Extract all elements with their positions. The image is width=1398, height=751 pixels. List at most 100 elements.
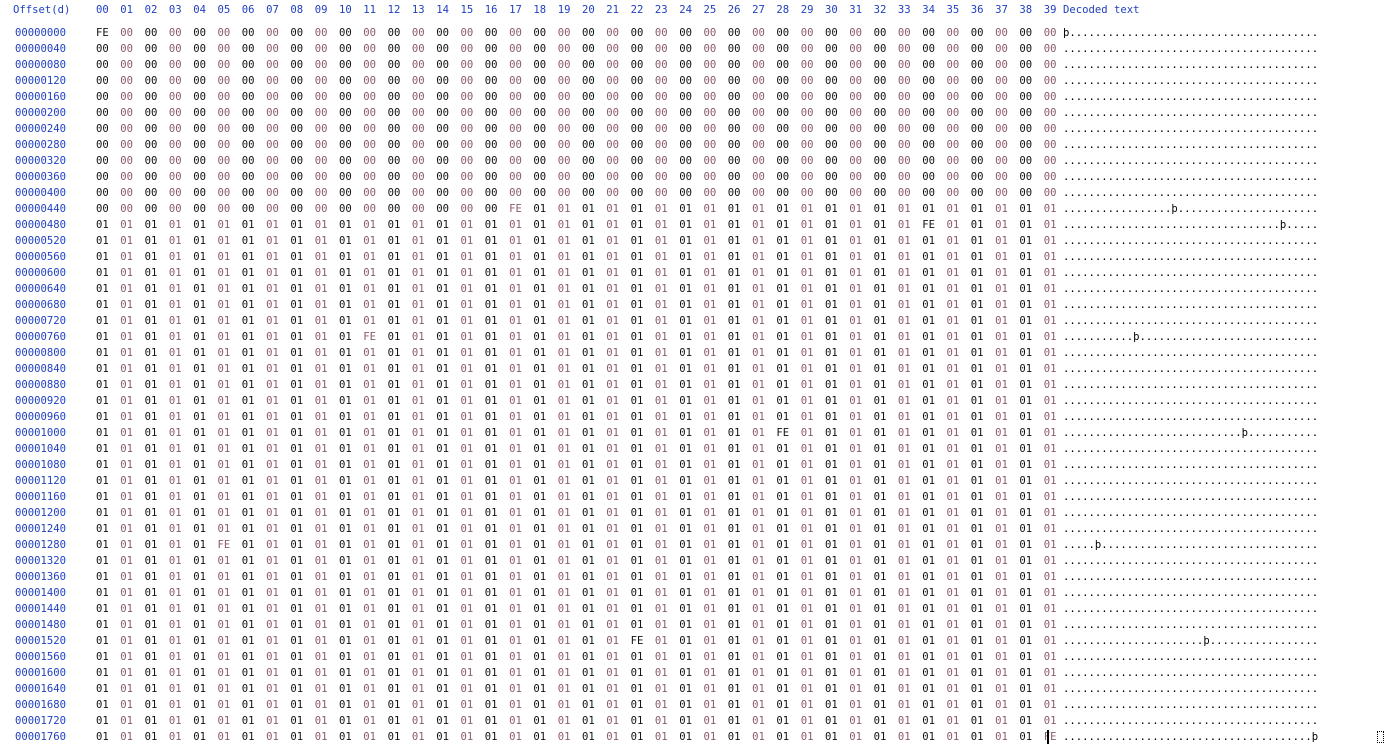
hex-byte[interactable]: 01 (363, 265, 376, 281)
hex-byte[interactable]: 01 (898, 617, 911, 633)
hex-byte[interactable]: 01 (995, 633, 1008, 649)
hex-byte[interactable]: 01 (1044, 457, 1057, 473)
hex-byte[interactable]: 01 (971, 489, 984, 505)
hex-byte[interactable]: 01 (898, 537, 911, 553)
hex-byte[interactable]: 00 (315, 41, 328, 57)
hex-byte[interactable]: 01 (363, 297, 376, 313)
hex-byte[interactable]: 01 (388, 393, 401, 409)
hex-byte[interactable]: 01 (242, 409, 255, 425)
hex-byte[interactable]: 01 (898, 681, 911, 697)
hex-byte[interactable]: 01 (898, 297, 911, 313)
hex-byte[interactable]: 01 (266, 521, 279, 537)
hex-byte[interactable]: 01 (874, 329, 887, 345)
hex-byte[interactable]: 01 (193, 569, 206, 585)
hex-byte[interactable]: 01 (485, 649, 498, 665)
hex-byte[interactable]: 01 (145, 649, 158, 665)
hex-byte[interactable]: 01 (704, 249, 717, 265)
hex-byte[interactable]: 01 (242, 569, 255, 585)
hex-byte[interactable]: 01 (509, 553, 522, 569)
hex-row[interactable]: 00000640 01 01 01 01 01 01 01 01 01 01 01 01 01 01 01 01… (0, 281, 1398, 297)
hex-byte[interactable]: 01 (679, 697, 692, 713)
hex-row[interactable]: 00000320 00 00 00 00 00 00 00 00 00 00 00 00 00 00 00 00… (0, 153, 1398, 169)
hex-byte[interactable]: 01 (266, 313, 279, 329)
hex-byte[interactable]: 01 (849, 665, 862, 681)
hex-byte[interactable]: 01 (825, 441, 838, 457)
hex-byte[interactable]: 00 (1044, 121, 1057, 137)
hex-byte[interactable]: 01 (193, 697, 206, 713)
hex-byte[interactable]: 01 (728, 201, 741, 217)
hex-byte[interactable]: 01 (533, 409, 546, 425)
hex-byte[interactable]: 01 (679, 505, 692, 521)
hex-byte[interactable]: 01 (922, 425, 935, 441)
hex-byte[interactable]: 01 (849, 489, 862, 505)
hex-byte[interactable]: 01 (679, 345, 692, 361)
hex-byte[interactable]: 01 (631, 553, 644, 569)
hex-byte[interactable]: 01 (679, 713, 692, 729)
hex-byte[interactable]: 01 (509, 601, 522, 617)
hex-byte[interactable]: 01 (145, 297, 158, 313)
hex-byte[interactable]: 01 (120, 569, 133, 585)
hex-byte[interactable]: 01 (120, 249, 133, 265)
hex-byte[interactable]: 01 (898, 265, 911, 281)
hex-byte[interactable]: 01 (169, 537, 182, 553)
hex-byte[interactable]: 01 (606, 665, 619, 681)
hex-byte[interactable]: 01 (849, 249, 862, 265)
hex-byte[interactable]: 00 (509, 185, 522, 201)
hex-byte[interactable]: 01 (898, 457, 911, 473)
hex-byte[interactable]: 00 (971, 137, 984, 153)
hex-byte[interactable]: 01 (947, 665, 960, 681)
hex-byte[interactable]: 00 (436, 121, 449, 137)
hex-byte[interactable]: 01 (728, 633, 741, 649)
hex-byte[interactable]: 01 (606, 617, 619, 633)
hex-byte[interactable]: 00 (898, 153, 911, 169)
hex-byte[interactable]: 00 (801, 137, 814, 153)
hex-byte[interactable]: 00 (655, 121, 668, 137)
hex-byte[interactable]: 01 (995, 681, 1008, 697)
hex-byte[interactable]: 01 (849, 569, 862, 585)
hex-byte[interactable]: 01 (825, 537, 838, 553)
hex-byte[interactable]: 01 (704, 649, 717, 665)
hex-byte[interactable]: 01 (388, 249, 401, 265)
hex-byte[interactable]: 01 (315, 585, 328, 601)
hex-byte[interactable]: 00 (436, 201, 449, 217)
hex-byte[interactable]: 00 (606, 121, 619, 137)
hex-byte[interactable]: 01 (582, 601, 595, 617)
hex-byte[interactable]: 01 (558, 601, 571, 617)
hex-byte[interactable]: 01 (704, 297, 717, 313)
hex-byte[interactable]: 01 (801, 681, 814, 697)
hex-byte[interactable]: 00 (971, 41, 984, 57)
hex-byte[interactable]: 01 (995, 361, 1008, 377)
hex-byte[interactable]: 01 (995, 281, 1008, 297)
hex-byte[interactable]: 01 (315, 505, 328, 521)
hex-byte[interactable]: 01 (169, 553, 182, 569)
hex-byte[interactable]: 01 (436, 665, 449, 681)
hex-byte[interactable]: 01 (558, 633, 571, 649)
hex-byte[interactable]: 00 (558, 137, 571, 153)
hex-byte[interactable]: 01 (825, 345, 838, 361)
hex-byte[interactable]: 01 (120, 393, 133, 409)
hex-byte[interactable]: 01 (704, 217, 717, 233)
hex-byte[interactable]: 01 (436, 697, 449, 713)
hex-byte[interactable]: 00 (582, 105, 595, 121)
hex-byte[interactable]: 01 (922, 521, 935, 537)
hex-byte[interactable]: FE (509, 201, 522, 217)
hex-byte[interactable]: 00 (363, 89, 376, 105)
hex-byte[interactable]: 01 (558, 393, 571, 409)
hex-byte[interactable]: 00 (218, 73, 231, 89)
hex-byte[interactable]: 01 (509, 697, 522, 713)
hex-byte[interactable]: 00 (193, 57, 206, 73)
hex-byte[interactable]: 01 (874, 249, 887, 265)
hex-byte[interactable]: 01 (947, 569, 960, 585)
hex-byte[interactable]: 01 (485, 697, 498, 713)
hex-byte[interactable]: 01 (388, 297, 401, 313)
hex-byte[interactable]: 00 (218, 121, 231, 137)
hex-byte[interactable]: FE (776, 425, 789, 441)
hex-byte[interactable]: 00 (266, 153, 279, 169)
decoded-text[interactable]: ........................................ (1063, 297, 1385, 313)
hex-byte[interactable]: 01 (898, 505, 911, 521)
hex-byte[interactable]: 01 (825, 521, 838, 537)
hex-byte[interactable]: 01 (485, 217, 498, 233)
hex-byte[interactable]: 00 (849, 57, 862, 73)
hex-byte[interactable]: 01 (606, 553, 619, 569)
hex-byte[interactable]: 00 (728, 73, 741, 89)
